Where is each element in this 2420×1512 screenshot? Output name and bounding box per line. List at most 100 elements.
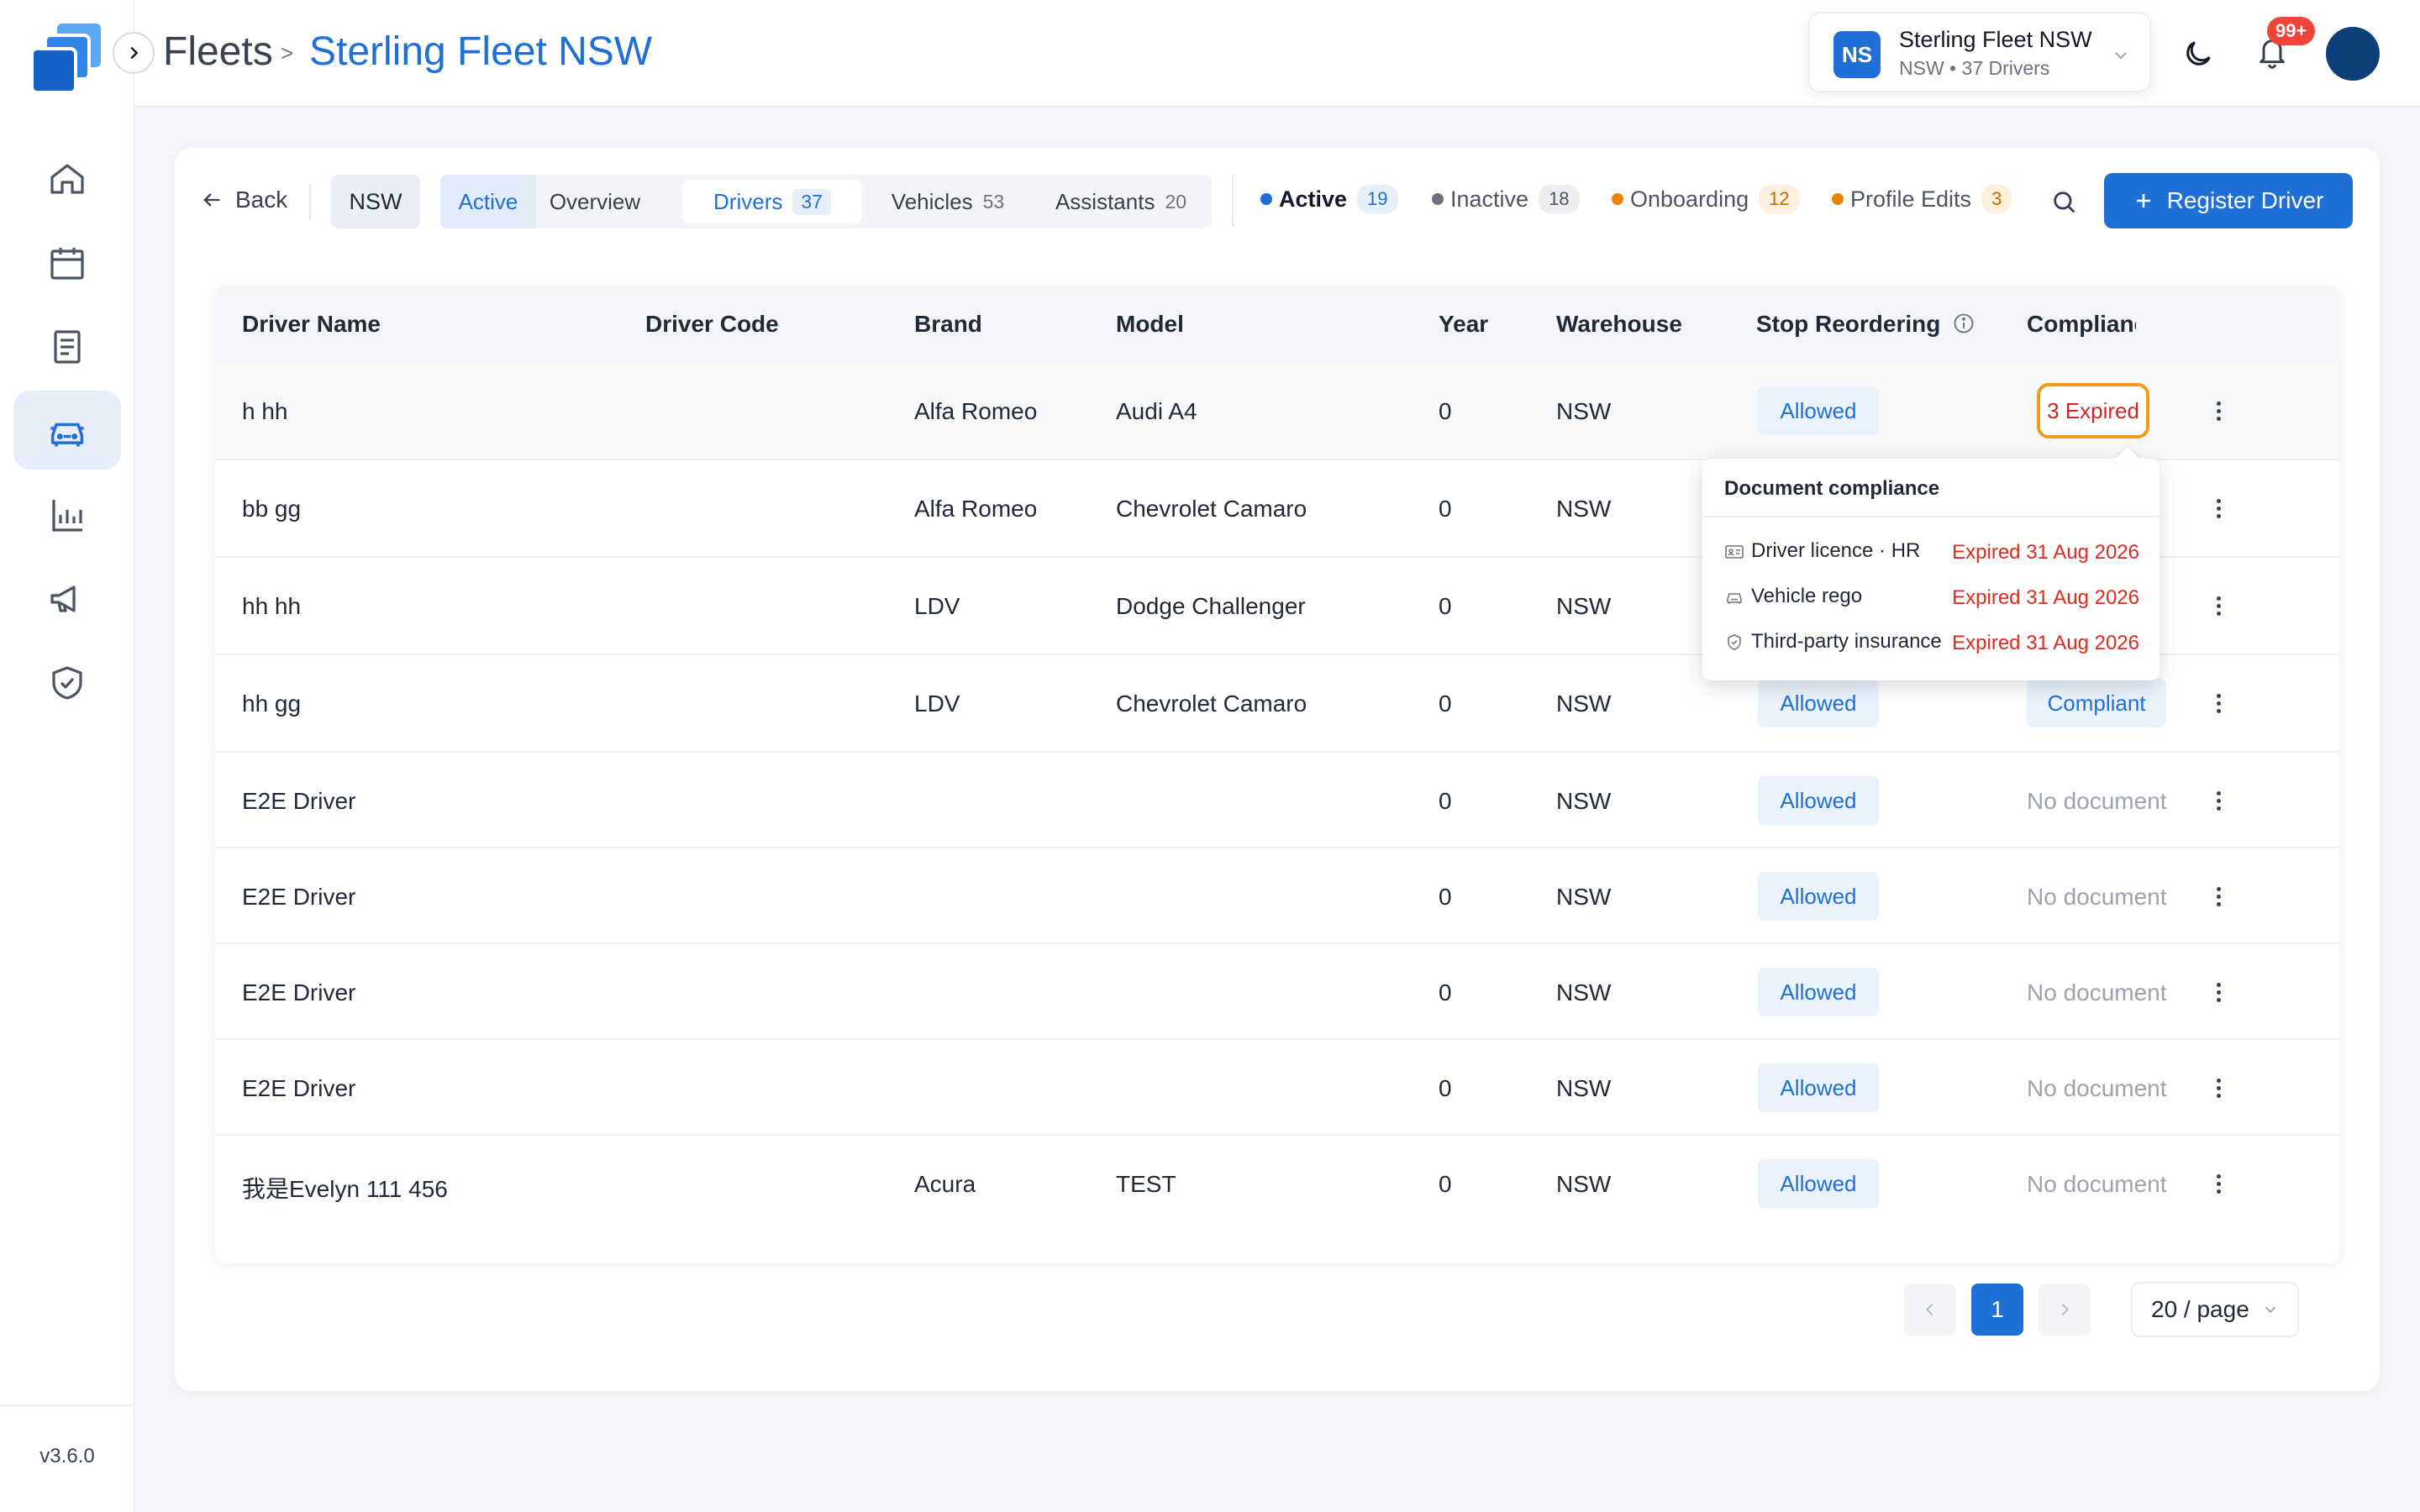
column-header[interactable]: Driver Name	[242, 311, 381, 338]
stop-reordering-badge[interactable]: Allowed	[1758, 776, 1879, 825]
breadcrumb-root[interactable]: Fleets	[163, 29, 273, 75]
page-size-select[interactable]: 20 / page	[2131, 1282, 2299, 1337]
cell-warehouse: NSW	[1556, 979, 1612, 1005]
column-header[interactable]: Brand	[914, 311, 982, 338]
column-header-label: Stop Reordering	[1756, 311, 1941, 337]
filter-count: 18	[1539, 185, 1580, 213]
row-menu-button[interactable]	[2217, 596, 2222, 619]
search-icon[interactable]	[2050, 188, 2079, 217]
back-label: Back	[235, 186, 288, 213]
tab-overview[interactable]: Overview	[536, 175, 654, 228]
filter-label: Onboarding	[1630, 186, 1749, 212]
cell-warehouse: NSW	[1556, 1171, 1612, 1197]
column-header[interactable]: Stop Reordering	[1756, 311, 1975, 338]
cell-driver-name: E2E Driver	[242, 788, 356, 814]
nav-home[interactable]	[13, 139, 121, 218]
info-icon[interactable]	[1952, 312, 1975, 335]
filter-onboarding[interactable]: Onboarding 12	[1612, 185, 1800, 213]
table-row[interactable]: E2E Driver 0 NSW Allowed No document	[215, 848, 2339, 944]
compliance-expired-badge[interactable]: 3 Expired	[2037, 383, 2149, 438]
calendar-icon	[50, 248, 84, 280]
stop-reordering-badge[interactable]: Allowed	[1758, 1063, 1879, 1112]
nav-reports[interactable]	[13, 475, 121, 554]
cell-warehouse: NSW	[1556, 690, 1612, 717]
filter-active[interactable]: Active 19	[1260, 185, 1398, 213]
row-menu-button[interactable]	[2217, 983, 2222, 1005]
row-menu-button[interactable]	[2217, 694, 2222, 717]
stop-reordering-badge[interactable]: Allowed	[1758, 679, 1879, 727]
sidebar-expand-button[interactable]	[113, 32, 155, 74]
row-menu-button[interactable]	[2217, 1174, 2222, 1197]
app-logo[interactable]	[29, 22, 106, 94]
filter-profile-edits[interactable]: Profile Edits 3	[1832, 185, 2012, 213]
tab-assistants[interactable]: Assistants 20	[1030, 175, 1212, 228]
back-button[interactable]: Back	[200, 186, 287, 213]
cell-model: TEST	[1116, 1171, 1176, 1197]
popover-item: Driver licence · HR Expired 31 Aug 2026	[1724, 539, 2139, 564]
stop-reordering-badge[interactable]: Allowed	[1758, 1159, 1879, 1208]
row-menu-button[interactable]	[2217, 499, 2222, 522]
cell-driver-name: hh gg	[242, 690, 302, 717]
compliance-badge[interactable]: Compliant	[2027, 679, 2166, 727]
filter-label: Profile Edits	[1850, 186, 1972, 212]
divider	[1232, 175, 1234, 227]
nav-announcements[interactable]	[13, 559, 121, 638]
cell-year: 0	[1439, 690, 1452, 717]
document-status: Expired 31 Aug 2026	[1952, 541, 2139, 564]
table-row[interactable]: h hh Alfa Romeo Audi A4 0 NSW Allowed 3 …	[215, 363, 2339, 460]
compliance-status: No document	[2027, 1075, 2167, 1101]
row-menu-button[interactable]	[2217, 791, 2222, 814]
popover-divider	[1702, 516, 2160, 517]
table-row[interactable]: E2E Driver 0 NSW Allowed No document	[215, 944, 2339, 1040]
compliance-status: No document	[2027, 1171, 2167, 1197]
document-list-icon	[54, 330, 81, 364]
chevron-down-icon	[2265, 1306, 2275, 1314]
fleet-selector[interactable]: NS Sterling Fleet NSW NSW • 37 Drivers	[1808, 12, 2151, 92]
stop-reordering-badge[interactable]: Allowed	[1758, 968, 1879, 1016]
app-version: v3.6.0	[39, 1445, 95, 1467]
nav-calendar[interactable]	[13, 223, 121, 302]
document-name: Vehicle rego	[1751, 585, 1863, 607]
divider	[309, 183, 311, 220]
row-menu-button[interactable]	[2217, 402, 2222, 424]
stop-reordering-badge[interactable]: Allowed	[1758, 386, 1879, 435]
shield-icon	[1728, 634, 1741, 650]
table-row[interactable]: E2E Driver 0 NSW Allowed No document	[215, 1040, 2339, 1136]
column-header[interactable]: Driver Code	[645, 311, 779, 338]
table-row[interactable]: E2E Driver 0 NSW Allowed No document	[215, 753, 2339, 848]
filter-count: 19	[1357, 185, 1398, 213]
nav-compliance[interactable]	[13, 643, 121, 722]
prev-page-button[interactable]	[1904, 1284, 1956, 1336]
chevron-right-icon	[130, 46, 139, 60]
nav-orders[interactable]	[13, 307, 121, 386]
tab-active[interactable]: Active	[440, 175, 536, 228]
next-page-button[interactable]	[2039, 1284, 2091, 1336]
tab-count: 20	[1165, 190, 1187, 213]
cell-driver-name: E2E Driver	[242, 979, 356, 1005]
tab-drivers[interactable]: Drivers 37	[682, 180, 862, 223]
row-menu-button[interactable]	[2217, 887, 2222, 910]
plus-icon	[2136, 194, 2150, 207]
filter-inactive[interactable]: Inactive 18	[1432, 185, 1580, 213]
document-name: Third-party insurance	[1751, 630, 1942, 653]
stop-reordering-badge[interactable]: Allowed	[1758, 872, 1879, 921]
user-avatar[interactable]	[2326, 27, 2380, 81]
column-header[interactable]: Compliance S	[2027, 311, 2136, 338]
row-menu-button[interactable]	[2217, 1079, 2222, 1101]
table-row[interactable]: 我是Evelyn 111 456 Acura TEST 0 NSW Allowe…	[215, 1136, 2339, 1231]
tab-label: Drivers	[713, 188, 783, 214]
register-driver-button[interactable]: Register Driver	[2104, 173, 2353, 228]
cell-warehouse: NSW	[1556, 1075, 1612, 1101]
filter-label: Inactive	[1450, 186, 1529, 212]
moon-icon[interactable]	[2181, 37, 2215, 71]
page-number-current[interactable]: 1	[1971, 1284, 2023, 1336]
region-chip[interactable]: NSW	[331, 175, 420, 228]
table-header: Driver Name Driver Code Brand Model Year…	[215, 286, 2339, 363]
chevron-right-icon	[2061, 1303, 2070, 1316]
nav-fleets[interactable]	[13, 391, 121, 470]
cell-year: 0	[1439, 788, 1452, 814]
tab-vehicles[interactable]: Vehicles 53	[872, 175, 1023, 228]
column-header[interactable]: Year	[1439, 311, 1488, 338]
column-header[interactable]: Warehouse	[1556, 311, 1682, 338]
column-header[interactable]: Model	[1116, 311, 1184, 338]
